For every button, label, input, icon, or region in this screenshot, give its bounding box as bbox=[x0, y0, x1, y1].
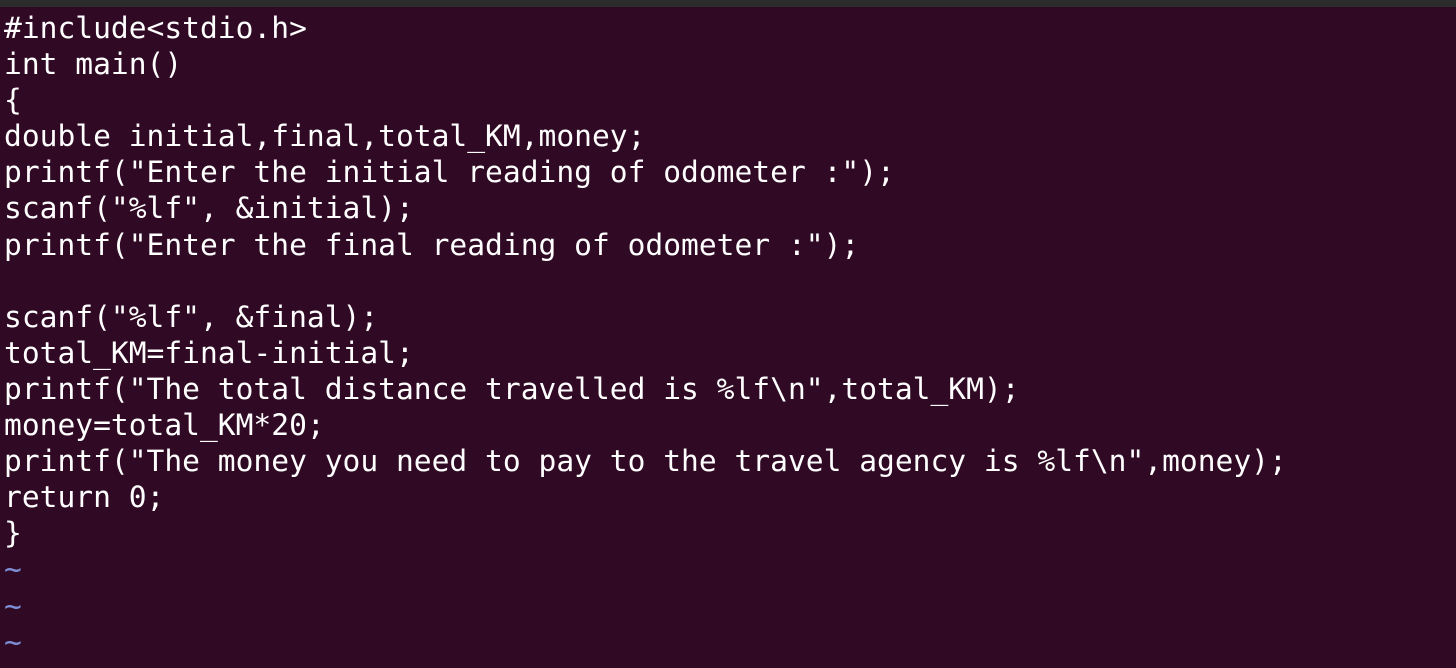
code-line-9[interactable]: scanf("%lf", &final); bbox=[4, 299, 1452, 335]
empty-line-tilde: ~ bbox=[4, 552, 22, 587]
code-line-5[interactable]: printf("Enter the initial reading of odo… bbox=[4, 154, 1452, 190]
empty-line-tilde: ~ bbox=[4, 624, 22, 659]
code-line-1[interactable]: #include<stdio.h> bbox=[4, 10, 1452, 46]
code-line-8[interactable] bbox=[4, 263, 1452, 299]
code-line-15[interactable]: } bbox=[4, 515, 1452, 551]
window-top-border bbox=[0, 0, 1456, 7]
code-line-7[interactable]: printf("Enter the final reading of odome… bbox=[4, 227, 1452, 263]
code-line-11[interactable]: printf("The total distance travelled is … bbox=[4, 371, 1452, 407]
code-line-2[interactable]: int main() bbox=[4, 46, 1452, 82]
code-line-14[interactable]: return 0; bbox=[4, 479, 1452, 515]
code-line-4[interactable]: double initial,final,total_KM,money; bbox=[4, 118, 1452, 154]
code-line-13[interactable]: printf("The money you need to pay to the… bbox=[4, 443, 1452, 479]
empty-line-tilde: ~ bbox=[4, 588, 22, 623]
code-line-10[interactable]: total_KM=final-initial; bbox=[4, 335, 1452, 371]
code-line-6[interactable]: scanf("%lf", &initial); bbox=[4, 190, 1452, 226]
vim-editor[interactable]: #include<stdio.h> int main() { double in… bbox=[4, 10, 1452, 668]
code-line-3[interactable]: { bbox=[4, 82, 1452, 118]
code-line-12[interactable]: money=total_KM*20; bbox=[4, 407, 1452, 443]
